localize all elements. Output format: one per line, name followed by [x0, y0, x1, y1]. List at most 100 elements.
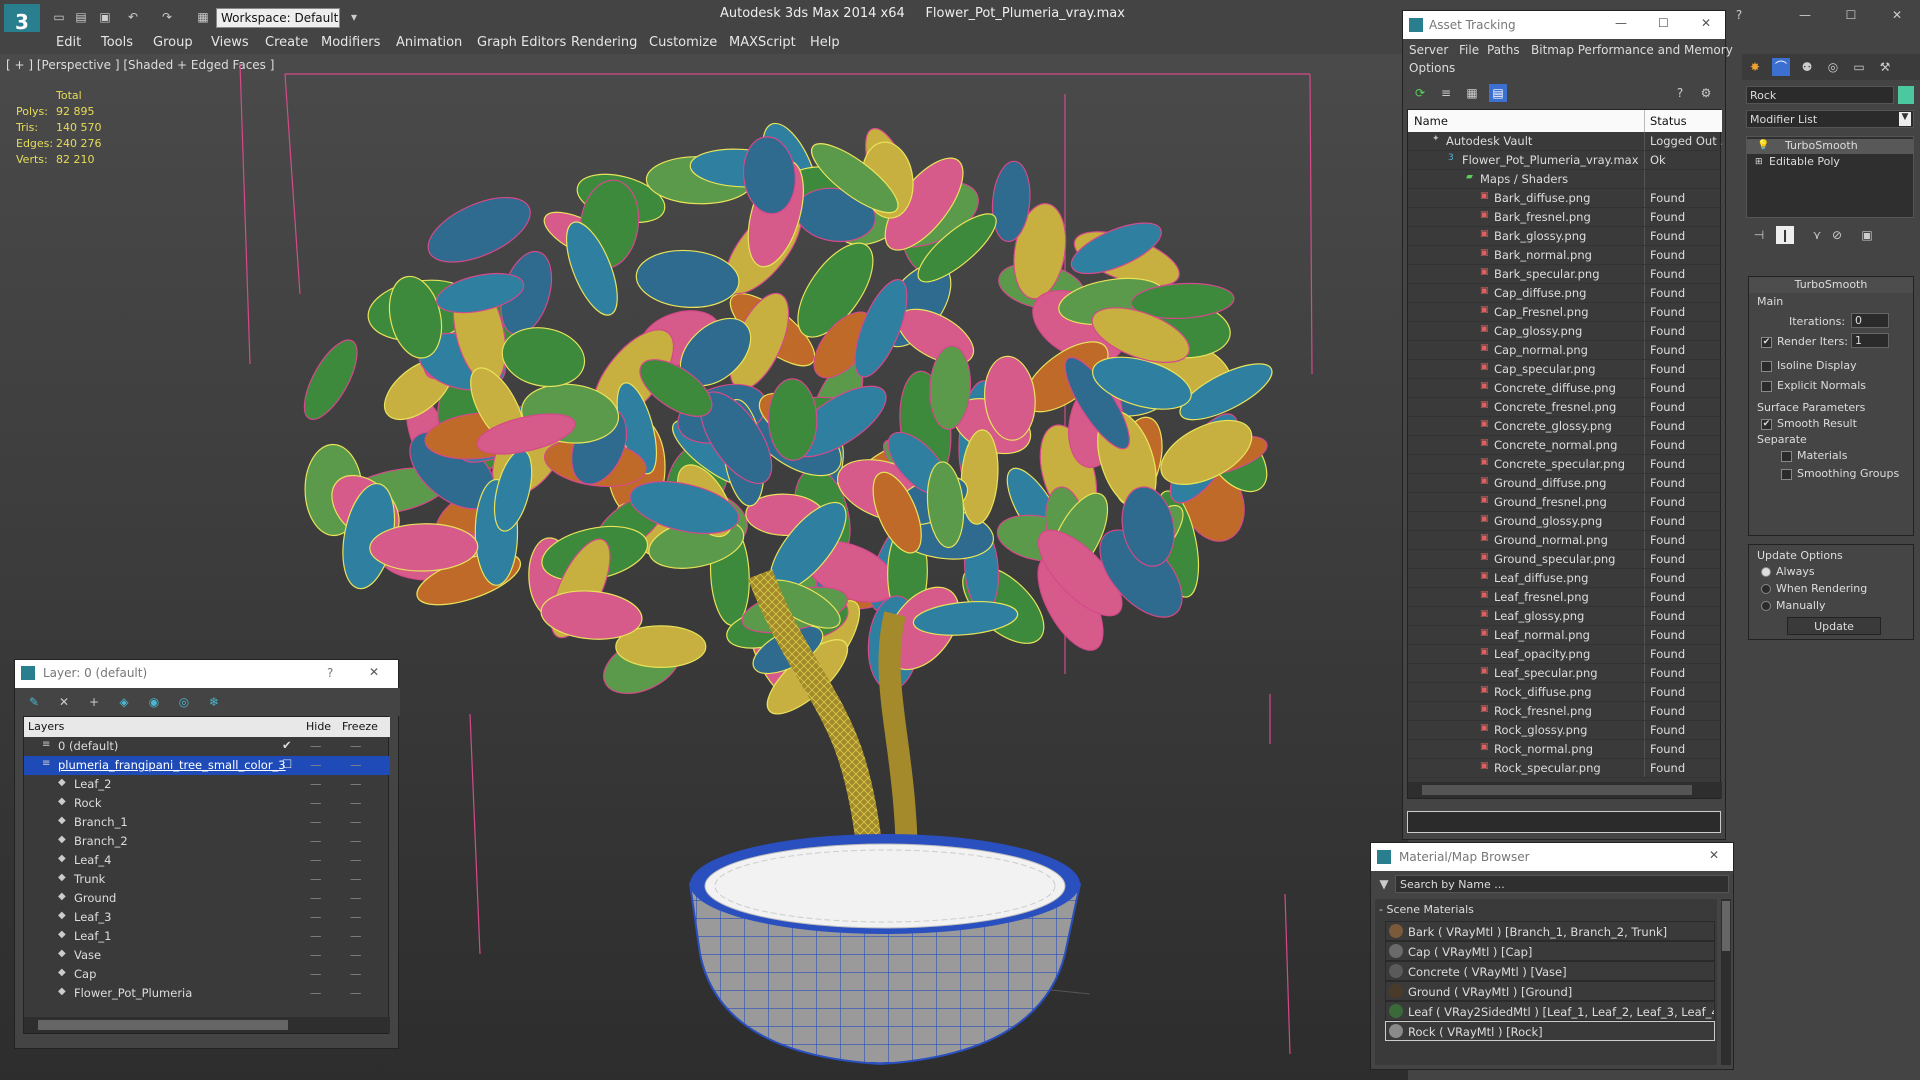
open-file-icon[interactable]: ▤ — [72, 8, 90, 26]
help-icon[interactable]: ? — [1730, 6, 1748, 24]
asset-row[interactable]: ▣ Concrete_fresnel.png Found — [1408, 398, 1722, 417]
redo-icon[interactable]: ↷ — [158, 8, 176, 26]
configure-sets-icon[interactable]: ▣ — [1858, 226, 1876, 244]
asset-row[interactable]: ▣ Concrete_glossy.png Found — [1408, 417, 1722, 436]
manually-radio[interactable] — [1761, 601, 1771, 611]
menu-maxscript[interactable]: MAXScript — [729, 35, 796, 50]
select-objects-icon[interactable]: ◈ — [115, 693, 133, 711]
material-browser-titlebar[interactable]: Material/Map Browser ✕ — [1371, 843, 1733, 871]
freeze-toggle[interactable]: — — [350, 834, 362, 848]
asset-row[interactable]: ▣ Rock_glossy.png Found — [1408, 721, 1722, 740]
stack-item-editable-poly[interactable]: Editable Poly — [1747, 155, 1913, 170]
asset-path-field[interactable] — [1407, 811, 1721, 833]
layer-row[interactable]: ◆ Vase — — — [24, 946, 390, 965]
asset-row[interactable]: ▣ Rock_specular.png Found — [1408, 759, 1722, 778]
freeze-all-icon[interactable]: ❄ — [205, 693, 223, 711]
material-row[interactable]: Leaf ( VRay2SidedMtl ) [Leaf_1, Leaf_2, … — [1385, 1001, 1715, 1021]
asset-row[interactable]: ▣ Cap_Fresnel.png Found — [1408, 303, 1722, 322]
hide-toggle[interactable]: — — [310, 739, 322, 753]
freeze-toggle[interactable]: — — [350, 853, 362, 867]
menu-modifiers[interactable]: Modifiers — [321, 35, 380, 50]
freeze-toggle[interactable]: — — [350, 967, 362, 981]
layer-row[interactable]: ◆ Branch_2 — — — [24, 832, 390, 851]
rollout-title[interactable]: TurboSmooth — [1749, 277, 1913, 293]
hide-toggle[interactable]: — — [310, 872, 322, 886]
render-iters-checkbox[interactable]: ✔ — [1761, 336, 1772, 348]
asset-row[interactable]: ▣ Leaf_opacity.png Found — [1408, 645, 1722, 664]
asset-row[interactable]: ▣ Ground_fresnel.png Found — [1408, 493, 1722, 512]
material-row[interactable]: Ground ( VRayMtl ) [Ground] — [1385, 981, 1715, 1001]
settings-icon[interactable]: ⚙ — [1697, 84, 1715, 102]
asset-row[interactable]: ▣ Bark_specular.png Found — [1408, 265, 1722, 284]
hierarchy-tab-icon[interactable]: ⚉ — [1798, 58, 1816, 76]
asset-row[interactable]: ▣ Cap_diffuse.png Found — [1408, 284, 1722, 303]
freeze-toggle[interactable]: — — [350, 739, 362, 753]
motion-tab-icon[interactable]: ◎ — [1824, 58, 1842, 76]
col-hide[interactable]: Hide — [306, 720, 331, 733]
create-layer-icon[interactable]: ✎ — [25, 693, 43, 711]
asset-row[interactable]: ▣ Rock_diffuse.png Found — [1408, 683, 1722, 702]
layer-row[interactable]: ◆ Leaf_2 — — — [24, 775, 390, 794]
current-layer-check-icon[interactable]: ✔ — [282, 738, 292, 752]
section-scene-materials[interactable]: - Scene Materials — [1379, 903, 1474, 916]
asset-row[interactable]: ▣ Cap_glossy.png Found — [1408, 322, 1722, 341]
horizontal-scrollbar[interactable] — [24, 1017, 390, 1033]
material-row[interactable]: Bark ( VRayMtl ) [Branch_1, Branch_2, Tr… — [1385, 921, 1715, 941]
menu-help[interactable]: Help — [810, 35, 840, 50]
menu-animation[interactable]: Animation — [396, 35, 462, 50]
col-layers[interactable]: Layers — [28, 720, 64, 733]
menu-graph-editors[interactable]: Graph Editors — [477, 35, 566, 50]
asset-row[interactable]: ▣ Ground_diffuse.png Found — [1408, 474, 1722, 493]
asset-row[interactable]: ▣ Rock_fresnel.png Found — [1408, 702, 1722, 721]
menu-edit[interactable]: Edit — [56, 35, 81, 50]
asset-row[interactable]: ▣ Concrete_diffuse.png Found — [1408, 379, 1722, 398]
asset-row[interactable]: ▣ Ground_glossy.png Found — [1408, 512, 1722, 531]
freeze-toggle[interactable]: — — [350, 758, 362, 772]
hide-all-icon[interactable]: ◎ — [175, 693, 193, 711]
table-view-icon[interactable]: ▤ — [1489, 84, 1507, 102]
asset-row[interactable]: ▣ Leaf_diffuse.png Found — [1408, 569, 1722, 588]
close-icon[interactable]: ✕ — [1709, 848, 1719, 862]
highlight-layer-icon[interactable]: ◉ — [145, 693, 163, 711]
hide-toggle[interactable]: — — [310, 948, 322, 962]
hide-toggle[interactable]: — — [310, 910, 322, 924]
asset-row[interactable]: ▣ Rock_normal.png Found — [1408, 740, 1722, 759]
layer-row[interactable]: ≡ plumeria_frangipani_tree_small_color_3 —… — [24, 756, 390, 775]
asset-row[interactable]: ▣ Bark_fresnel.png Found — [1408, 208, 1722, 227]
object-color-swatch[interactable] — [1898, 86, 1914, 104]
project-folder-icon[interactable]: ▦ — [194, 8, 212, 26]
layer-row[interactable]: ◆ Leaf_1 — — — [24, 927, 390, 946]
menu-tools[interactable]: Tools — [101, 35, 133, 50]
modifier-list-dropdown[interactable]: Modifier List ▼ — [1746, 110, 1914, 128]
asset-row[interactable]: ▣ Concrete_specular.png Found — [1408, 455, 1722, 474]
asset-row[interactable]: ▣ Concrete_normal.png Found — [1408, 436, 1722, 455]
delete-layer-icon[interactable]: ✕ — [55, 693, 73, 711]
asset-row[interactable]: 3 Flower_Pot_Plumeria_vray.max Ok — [1408, 151, 1722, 170]
refresh-icon[interactable]: ⟳ — [1411, 84, 1429, 102]
object-name-input[interactable]: Rock — [1746, 86, 1894, 104]
asset-row[interactable]: ▣ Leaf_specular.png Found — [1408, 664, 1722, 683]
hide-toggle[interactable]: — — [310, 834, 322, 848]
utilities-tab-icon[interactable]: ⚒ — [1876, 58, 1894, 76]
when-rendering-radio[interactable] — [1761, 584, 1771, 594]
hide-toggle[interactable]: — — [310, 929, 322, 943]
layer-row[interactable]: ◆ Rock — — — [24, 794, 390, 813]
menu-bitmap-performance[interactable]: Bitmap Performance and Memory — [1531, 43, 1733, 57]
menu-paths[interactable]: Paths — [1487, 43, 1520, 57]
save-icon[interactable]: ▣ — [96, 8, 114, 26]
close-icon[interactable]: ✕ — [1701, 16, 1711, 30]
help-icon[interactable]: ? — [1671, 84, 1689, 102]
hide-toggle[interactable]: — — [310, 986, 322, 1000]
isoline-checkbox[interactable] — [1761, 360, 1772, 372]
freeze-toggle[interactable]: — — [350, 986, 362, 1000]
material-row[interactable]: Concrete ( VRayMtl ) [Vase] — [1385, 961, 1715, 981]
list-view-icon[interactable]: ≡ — [1437, 84, 1455, 102]
close-icon[interactable]: ✕ — [369, 665, 379, 679]
asset-row[interactable]: ▣ Bark_diffuse.png Found — [1408, 189, 1722, 208]
undo-icon[interactable]: ↶ — [124, 8, 142, 26]
layer-row[interactable]: ◆ Ground — — — [24, 889, 390, 908]
hide-toggle[interactable]: — — [310, 967, 322, 981]
asset-row[interactable]: ▣ Ground_specular.png Found — [1408, 550, 1722, 569]
modify-tab-icon[interactable]: ⌒ — [1772, 58, 1790, 76]
maximize-icon[interactable]: ☐ — [1658, 16, 1669, 30]
